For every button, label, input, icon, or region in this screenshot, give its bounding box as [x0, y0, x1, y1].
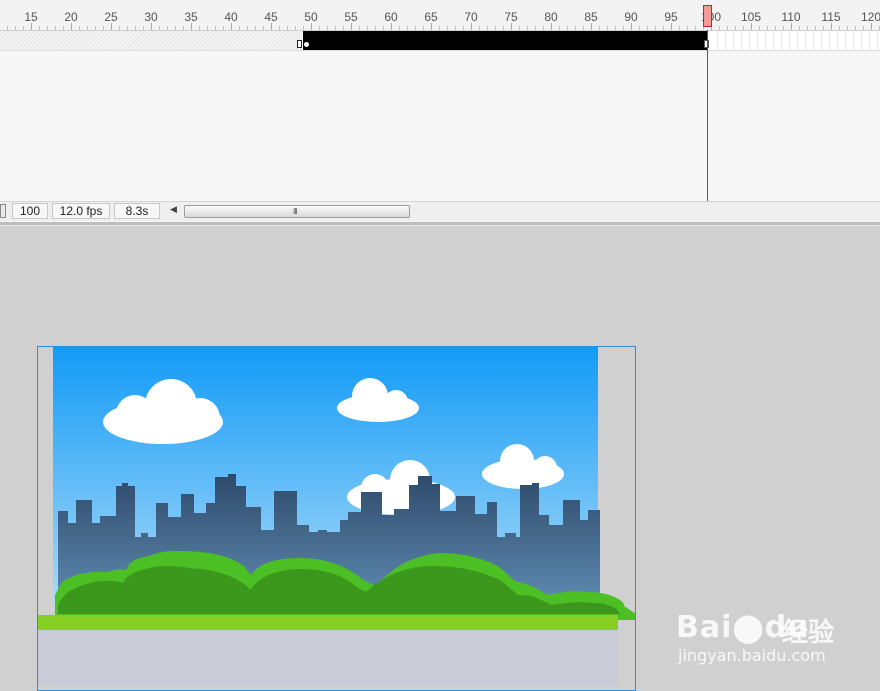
watermark-url: jingyan.baidu.com [678, 646, 826, 665]
stage-bounds-outline [37, 346, 636, 691]
paw-icon: ⬤ [732, 611, 765, 644]
watermark-product: 经验 [782, 618, 835, 648]
